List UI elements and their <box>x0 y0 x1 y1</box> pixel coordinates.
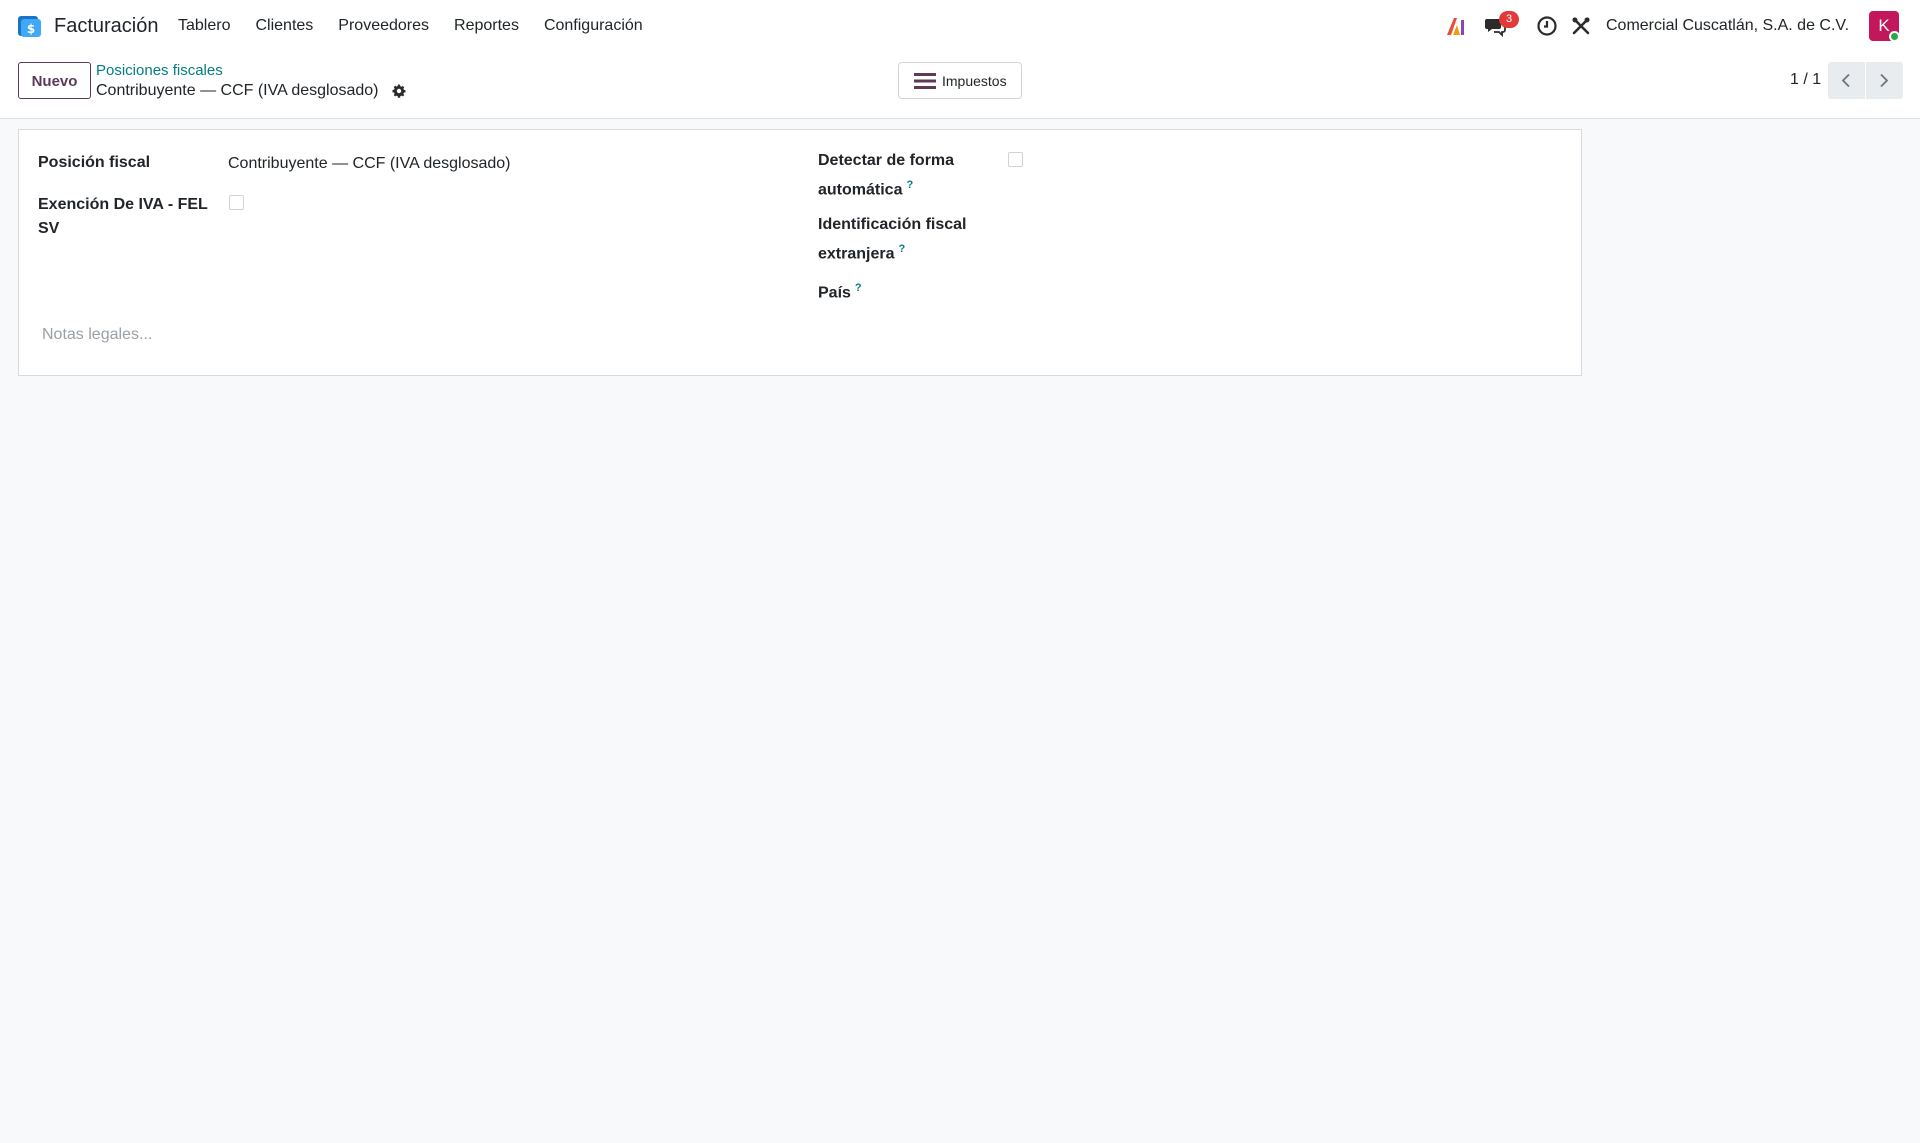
taxes-smart-button[interactable]: Impuestos <box>898 62 1022 99</box>
vat-exemption-checkbox[interactable] <box>229 195 244 210</box>
country-label-text: País <box>818 284 851 302</box>
vat-exemption-label-line2: SV <box>38 220 60 237</box>
help-icon[interactable]: ? <box>899 243 906 255</box>
menu-item-proveedores[interactable]: Proveedores <box>326 14 442 38</box>
menu-item-tablero[interactable]: Tablero <box>178 14 243 38</box>
help-icon[interactable]: ? <box>906 179 913 191</box>
gear-icon[interactable] <box>391 83 407 99</box>
vat-exemption-label-line1: Exención De IVA - FEL <box>38 196 208 213</box>
menu-item-clientes[interactable]: Clientes <box>243 14 326 38</box>
pager-value[interactable]: 1 / 1 <box>1790 70 1821 90</box>
fiscal-position-field[interactable]: Contribuyente — CCF (IVA desglosado) <box>228 152 511 176</box>
online-status-icon <box>1889 31 1900 42</box>
clock-icon[interactable] <box>1535 14 1559 38</box>
top-navbar: $ Facturación Tablero Clientes Proveedor… <box>0 0 1920 52</box>
pager-previous-button[interactable] <box>1828 62 1865 99</box>
menu-item-reportes[interactable]: Reportes <box>442 14 532 38</box>
form-sheet: Posición fiscal Contribuyente — CCF (IVA… <box>18 129 1582 376</box>
auto-detect-checkbox[interactable] <box>1008 152 1023 167</box>
taxes-button-label: Impuestos <box>942 73 1007 89</box>
ai-icon[interactable] <box>1444 14 1468 38</box>
main-menu: Tablero Clientes Proveedores Reportes Co… <box>178 14 655 38</box>
auto-detect-label-line1: Detectar de forma <box>818 152 955 169</box>
help-icon[interactable]: ? <box>855 282 862 294</box>
auto-detect-label-line2: automática? <box>818 173 913 202</box>
breadcrumb-current: Contribuyente — CCF (IVA desglosado) <box>96 82 379 99</box>
messages-badge: 3 <box>1499 11 1519 28</box>
foreign-vat-label-text: extranjera <box>818 245 895 263</box>
chevron-left-icon <box>1841 73 1850 88</box>
app-name[interactable]: Facturación <box>54 13 159 39</box>
country-label: País? <box>818 276 862 305</box>
breadcrumb-parent-link[interactable]: Posiciones fiscales <box>96 62 223 80</box>
foreign-vat-label-line2: extranjera? <box>818 237 905 266</box>
new-button[interactable]: Nuevo <box>18 62 91 99</box>
company-switcher[interactable]: Comercial Cuscatlán, S.A. de C.V. <box>1606 14 1849 38</box>
pager-next-button[interactable] <box>1866 62 1903 99</box>
menu-item-configuracion[interactable]: Configuración <box>531 14 655 38</box>
tools-icon[interactable] <box>1569 14 1593 38</box>
svg-text:$: $ <box>27 22 35 36</box>
list-icon <box>914 73 936 89</box>
legal-notes-field[interactable]: Notas legales... <box>42 323 152 347</box>
control-panel: Nuevo Posiciones fiscales Contribuyente … <box>0 52 1920 119</box>
auto-detect-label-text: automática <box>818 181 903 199</box>
app-logo-icon[interactable]: $ <box>16 13 42 39</box>
foreign-vat-label-line1: Identificación fiscal <box>818 216 967 233</box>
fiscal-position-label: Posición fiscal <box>38 154 151 171</box>
chevron-right-icon <box>1880 73 1889 88</box>
